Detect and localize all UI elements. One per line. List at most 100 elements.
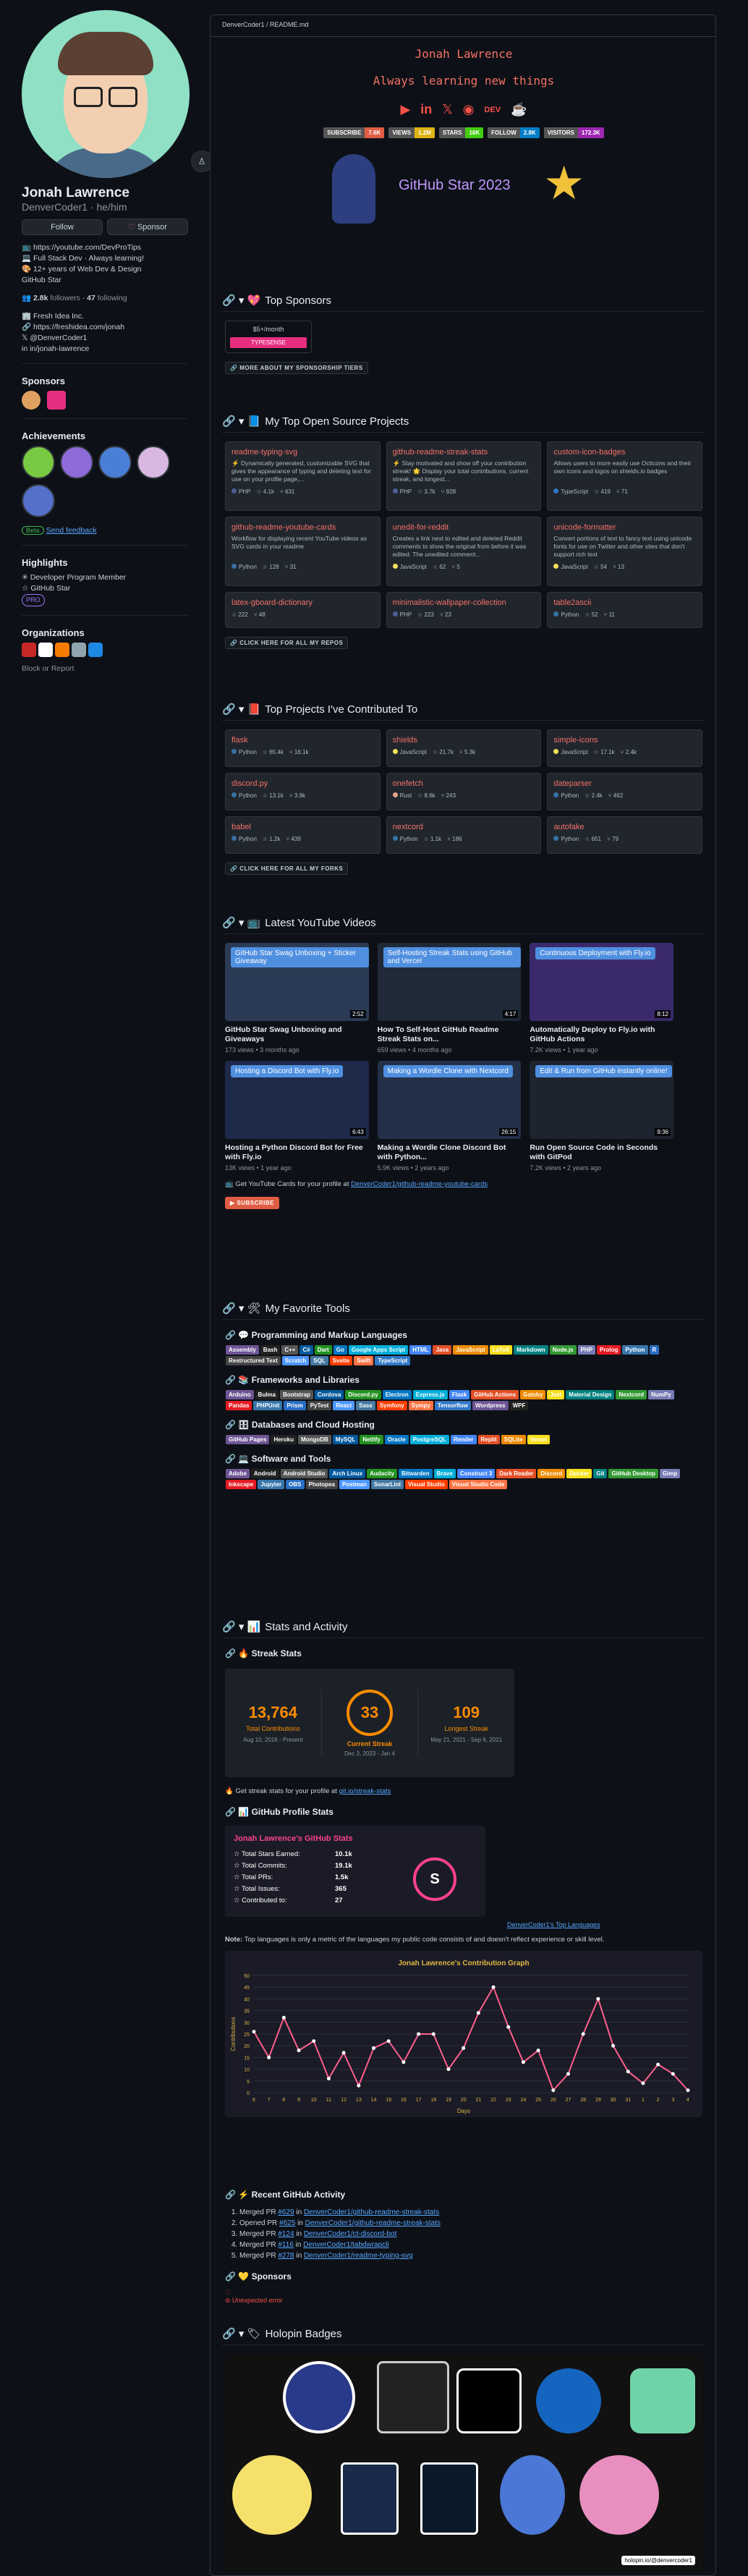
activity-pr-link[interactable]: #629: [278, 2208, 294, 2216]
lang-dot: [231, 792, 237, 797]
dev-icon[interactable]: DEV: [485, 106, 501, 114]
org-avatar[interactable]: [72, 643, 86, 657]
achievement-badge[interactable]: [98, 446, 132, 479]
holopin-board[interactable]: holopin.io/@denvercoder1: [225, 2354, 702, 2571]
stat-badge[interactable]: SUBSCRIBE 7.6K: [323, 127, 385, 138]
activity-pr-link[interactable]: #116: [278, 2241, 294, 2249]
kofi-icon[interactable]: ☕: [511, 102, 527, 117]
software-badge: Dark Reader: [496, 1469, 537, 1478]
activity-repo-link[interactable]: DenverCoder1/github-readme-streak-stats: [305, 2219, 441, 2227]
repo-card[interactable]: dateparser Python ☆ 2.4k ⑂ 462: [547, 773, 702, 810]
org-avatar[interactable]: [88, 643, 103, 657]
repo-card[interactable]: shields JavaScript ☆ 21.7k ⑂ 5.3k: [386, 729, 542, 767]
repo-card[interactable]: nextcord Python ☆ 1.1k ⑂ 186: [386, 816, 542, 854]
software-badge: Docker: [566, 1469, 592, 1478]
repo-card[interactable]: readme-typing-svg ⚡ Dynamically generated…: [225, 441, 381, 511]
video-card[interactable]: Making a Wordle Clone with Nextcord 26:15…: [377, 1061, 522, 1172]
streak-link[interactable]: git.io/streak-stats: [339, 1787, 391, 1795]
stat-badge[interactable]: VIEWS 1.2M: [388, 127, 435, 138]
repo-card[interactable]: github-readme-streak-stats ⚡ Stay motivat…: [386, 441, 542, 511]
sponsor-avatar[interactable]: [22, 391, 41, 410]
repo-card[interactable]: table2ascii Python ☆ 52 ⑂ 11: [547, 592, 702, 628]
video-thumbnail[interactable]: Self-Hosting Streak Stats using GitHub a…: [377, 943, 522, 1021]
x-tick-label: 30: [611, 2098, 616, 2103]
stat-badge[interactable]: STARS 16K: [438, 127, 484, 138]
repo-card[interactable]: minimalistic-wallpaper-collection PHP ☆ 22…: [386, 592, 542, 628]
sponsor-avatar[interactable]: [47, 391, 66, 410]
website-link[interactable]: 🔗 https://freshidea.com/jonah: [22, 322, 188, 333]
repo-card[interactable]: onefetch Rust ☆ 8.6k ⑂ 243: [386, 773, 542, 810]
twitter-link[interactable]: 𝕏 @DenverCoder1: [22, 333, 188, 344]
org-avatar[interactable]: [38, 643, 53, 657]
sponsor-typesense[interactable]: TYPESENSE: [230, 337, 307, 348]
stat-badge[interactable]: VISITORS 172.3K: [543, 127, 604, 138]
repo-card[interactable]: latex-gboard-dictionary ☆ 222 ⑂ 48: [225, 592, 381, 628]
activity-pr-link[interactable]: #278: [278, 2252, 294, 2260]
achievement-badge[interactable]: [22, 446, 55, 479]
activity-repo-link[interactable]: DenverCoder1/ct-discord-bot: [304, 2230, 396, 2238]
video-card[interactable]: Continuous Deployment with Fly.io 8:12 Aut…: [530, 943, 673, 1054]
status-icon[interactable]: ♙: [191, 151, 210, 172]
repo-card[interactable]: github-readme-youtube-cards Workflow for …: [225, 517, 381, 586]
achievement-badge[interactable]: [60, 446, 94, 479]
sponsorship-tiers-button[interactable]: 🔗 MORE ABOUT MY SPONSORSHIP TIERS: [225, 362, 368, 374]
activity-pr-link[interactable]: #124: [278, 2230, 294, 2238]
video-thumbnail[interactable]: Making a Wordle Clone with Nextcord 26:15: [377, 1061, 522, 1139]
activity-repo-link[interactable]: DenverCoder1/tabdwrapcli: [303, 2241, 388, 2249]
repo-card[interactable]: unicode-formatter Convert portions of tex…: [547, 517, 702, 586]
star-banner-text: GitHub Star 2023: [399, 177, 511, 193]
activity-repo-link[interactable]: DenverCoder1/readme-typing-svg: [304, 2252, 413, 2260]
discord-icon[interactable]: ◉: [463, 102, 475, 117]
linkedin-link[interactable]: in in/jonah-lawrence: [22, 344, 188, 355]
projects-section-heading: 🔗 ▾ 📘 My Top Open Source Projects: [222, 415, 705, 433]
repo-card[interactable]: babel Python ☆ 1.2k ⑂ 439: [225, 816, 381, 854]
lang-dot: [553, 564, 559, 569]
yt-cards-link[interactable]: DenverCoder1/github-readme-youtube-cards: [351, 1180, 488, 1188]
linkedin-icon[interactable]: in: [420, 102, 432, 117]
software-heading: 🔗 💻 Software and Tools: [225, 1454, 331, 1464]
repo-card[interactable]: autofake Python ☆ 651 ⑂ 79: [547, 816, 702, 854]
repo-card[interactable]: simple-icons JavaScript ☆ 17.1k ⑂ 2.4k: [547, 729, 702, 767]
achievement-badge[interactable]: [22, 484, 55, 517]
y-tick-label: 40: [244, 1997, 250, 2002]
typing-title: Jonah Lawrence: [415, 47, 513, 61]
feedback-link[interactable]: Send feedback: [46, 526, 97, 535]
x-tick-label: 1: [642, 2098, 645, 2103]
follow-counts[interactable]: 👥 2.8k followers · 47 following: [22, 293, 188, 304]
all-repos-button[interactable]: 🔗 CLICK HERE FOR ALL MY REPOS: [225, 637, 349, 649]
follow-button[interactable]: Follow: [22, 219, 103, 235]
org-avatar[interactable]: [55, 643, 69, 657]
activity-pr-link[interactable]: #625: [279, 2219, 295, 2227]
subscribe-button[interactable]: ▶ SUBSCRIBE: [225, 1197, 279, 1209]
achievement-badge[interactable]: [137, 446, 171, 479]
avatar[interactable]: [22, 10, 190, 178]
video-thumbnail[interactable]: Hosting a Discord Bot with Fly.io 6:43: [225, 1061, 369, 1139]
repo-card[interactable]: flask Python ☆ 65.4k ⑂ 16.1k: [225, 729, 381, 767]
block-report-link[interactable]: Block or Report: [22, 664, 188, 674]
repo-card[interactable]: discord.py Python ☆ 13.1k ⑂ 3.9k: [225, 773, 381, 810]
video-thumbnail[interactable]: GitHub Star Swag Unboxing + Sticker Give…: [225, 943, 369, 1021]
data-point: [521, 2060, 525, 2064]
video-card[interactable]: GitHub Star Swag Unboxing + Sticker Give…: [225, 943, 369, 1054]
video-thumbnail[interactable]: Edit & Run from GitHub instantly online!…: [530, 1061, 673, 1139]
stat-badge[interactable]: FOLLOW 2.8K: [488, 127, 540, 138]
org-avatar[interactable]: [22, 643, 36, 657]
contribution-graph: Jonah Lawrence's Contribution Graph 0 5 10 1…: [225, 1951, 702, 2117]
all-forks-button[interactable]: 🔗 CLICK HERE FOR ALL MY FORKS: [225, 863, 349, 875]
repo-lang: JavaScript: [561, 749, 588, 755]
repo-card[interactable]: custom-icon-badges Allows users to more e…: [547, 441, 702, 511]
sponsor-button[interactable]: ♡ Sponsor: [107, 219, 188, 235]
top-langs-note: Note: Top languages is only a metric of …: [225, 1936, 605, 1944]
video-card[interactable]: Hosting a Discord Bot with Fly.io 6:43 Hos…: [225, 1061, 369, 1172]
activity-repo-link[interactable]: DenverCoder1/github-readme-streak-stats: [304, 2208, 439, 2216]
top-langs-image[interactable]: DenverCoder1's Top Languages: [507, 1921, 600, 1928]
repo-forks: 186: [452, 836, 462, 842]
repo-name: flask: [231, 736, 248, 745]
repo-card[interactable]: unedit-for-reddit Creates a link next to …: [386, 517, 542, 586]
video-thumbnail[interactable]: Continuous Deployment with Fly.io 8:12: [530, 943, 673, 1021]
youtube-icon[interactable]: ▶: [400, 102, 410, 117]
repo-name: github-readme-youtube-cards: [231, 523, 336, 532]
video-card[interactable]: Self-Hosting Streak Stats using GitHub a…: [377, 943, 522, 1054]
x-icon[interactable]: 𝕏: [442, 102, 453, 117]
video-card[interactable]: Edit & Run from GitHub instantly online!…: [530, 1061, 673, 1172]
